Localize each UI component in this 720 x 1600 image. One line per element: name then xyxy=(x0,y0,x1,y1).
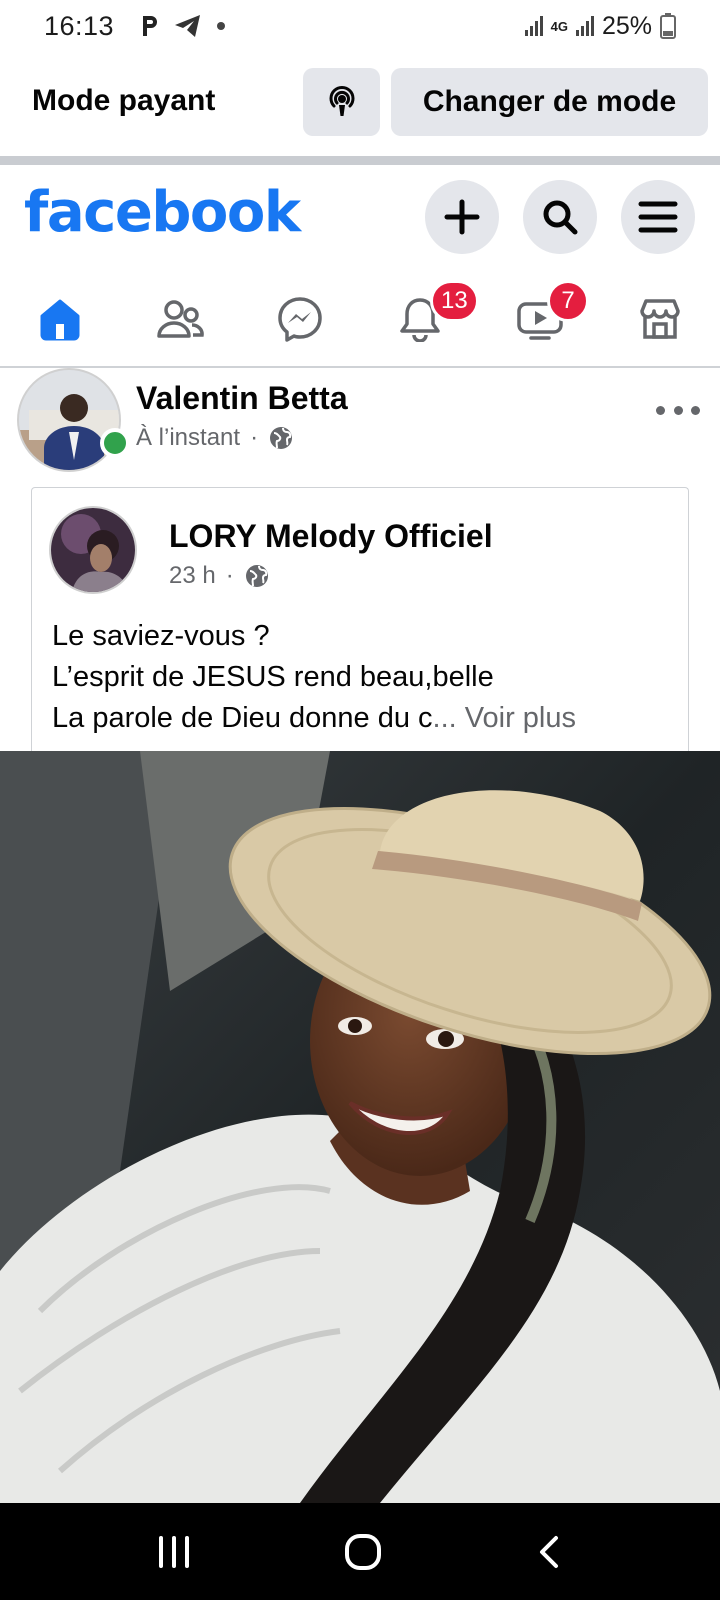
system-navigation-bar xyxy=(0,1503,720,1600)
tab-friends[interactable] xyxy=(120,272,240,366)
online-status-dot xyxy=(100,428,130,458)
search-button[interactable] xyxy=(523,180,597,254)
shared-meta-separator: · xyxy=(225,562,234,589)
recent-apps-icon[interactable] xyxy=(156,1535,192,1569)
post-text-line-last: La parole de Dieu donne du c... Voir plu… xyxy=(52,698,682,739)
app-header: facebook xyxy=(0,172,720,262)
switch-mode-button[interactable]: Changer de mode xyxy=(391,68,708,136)
shared-author-name[interactable]: LORY Melody Officiel xyxy=(169,518,493,555)
data-mode-bar: Mode payant Changer de mode xyxy=(0,68,720,138)
divider xyxy=(0,156,720,165)
post-photo[interactable] xyxy=(0,751,720,1503)
globe-icon xyxy=(245,565,268,587)
plus-icon xyxy=(444,199,480,235)
status-time: 16:13 xyxy=(44,10,115,41)
home-circle-icon[interactable] xyxy=(343,1532,383,1572)
shared-profile-photo xyxy=(51,508,135,592)
tab-video[interactable]: 7 xyxy=(480,272,600,366)
see-more-link[interactable]: Voir plus xyxy=(465,702,576,734)
post-meta: À l’instant · xyxy=(136,424,294,452)
tab-messenger[interactable] xyxy=(240,272,360,366)
marketplace-icon xyxy=(640,299,680,339)
tab-home[interactable] xyxy=(0,272,120,366)
shared-post-card[interactable]: LORY Melody Officiel 23 h · Le saviez-vo… xyxy=(31,487,689,752)
post-author-name[interactable]: Valentin Betta xyxy=(136,380,348,417)
signal-icon xyxy=(524,16,543,36)
back-icon[interactable] xyxy=(534,1534,564,1570)
globe-icon xyxy=(270,427,293,449)
shared-post-text: Le saviez-vous ? L’esprit de JESUS rend … xyxy=(52,616,682,739)
parking-icon xyxy=(143,16,158,36)
podcast-button[interactable] xyxy=(303,68,380,136)
podcast-icon xyxy=(329,86,354,116)
post-text-line: La parole de Dieu donne du c xyxy=(52,702,433,734)
dot-icon xyxy=(217,22,226,30)
menu-button[interactable] xyxy=(621,180,695,254)
network-type: 4G xyxy=(550,18,568,34)
avatar[interactable] xyxy=(17,368,121,472)
post-text-line: Le saviez-vous ? xyxy=(52,620,270,652)
photo-illustration xyxy=(0,751,720,1503)
shared-post-meta: 23 h · xyxy=(169,562,270,590)
status-bar: 16:13 4G 25% xyxy=(0,0,720,52)
shared-avatar[interactable] xyxy=(49,506,137,594)
tab-marketplace[interactable] xyxy=(600,272,720,366)
battery-icon xyxy=(660,13,676,39)
signal-icon-2 xyxy=(575,16,594,36)
friends-icon xyxy=(157,300,204,338)
tab-notifications[interactable]: 13 xyxy=(360,272,480,366)
battery-percent: 25% xyxy=(601,11,652,40)
post-time[interactable]: À l’instant xyxy=(136,424,240,452)
search-icon xyxy=(543,200,578,235)
messenger-icon xyxy=(278,297,322,342)
shared-post-time[interactable]: 23 h xyxy=(169,562,216,590)
home-icon xyxy=(40,299,80,341)
profile-photo xyxy=(19,370,119,470)
menu-icon xyxy=(638,201,678,233)
telegram-icon xyxy=(175,15,201,37)
post-header: Valentin Betta À l’instant · xyxy=(0,368,720,478)
video-badge: 7 xyxy=(547,280,589,322)
post-options-button[interactable] xyxy=(656,400,700,420)
post-text-line: L’esprit de JESUS rend beau,belle xyxy=(52,661,494,693)
mode-label: Mode payant xyxy=(32,84,216,117)
create-button[interactable] xyxy=(425,180,499,254)
main-tabs: 13 7 xyxy=(0,272,720,366)
notifications-badge: 13 xyxy=(430,280,479,322)
ellipsis: ... xyxy=(432,702,457,734)
facebook-logo[interactable]: facebook xyxy=(24,180,301,245)
meta-separator: · xyxy=(250,424,259,451)
